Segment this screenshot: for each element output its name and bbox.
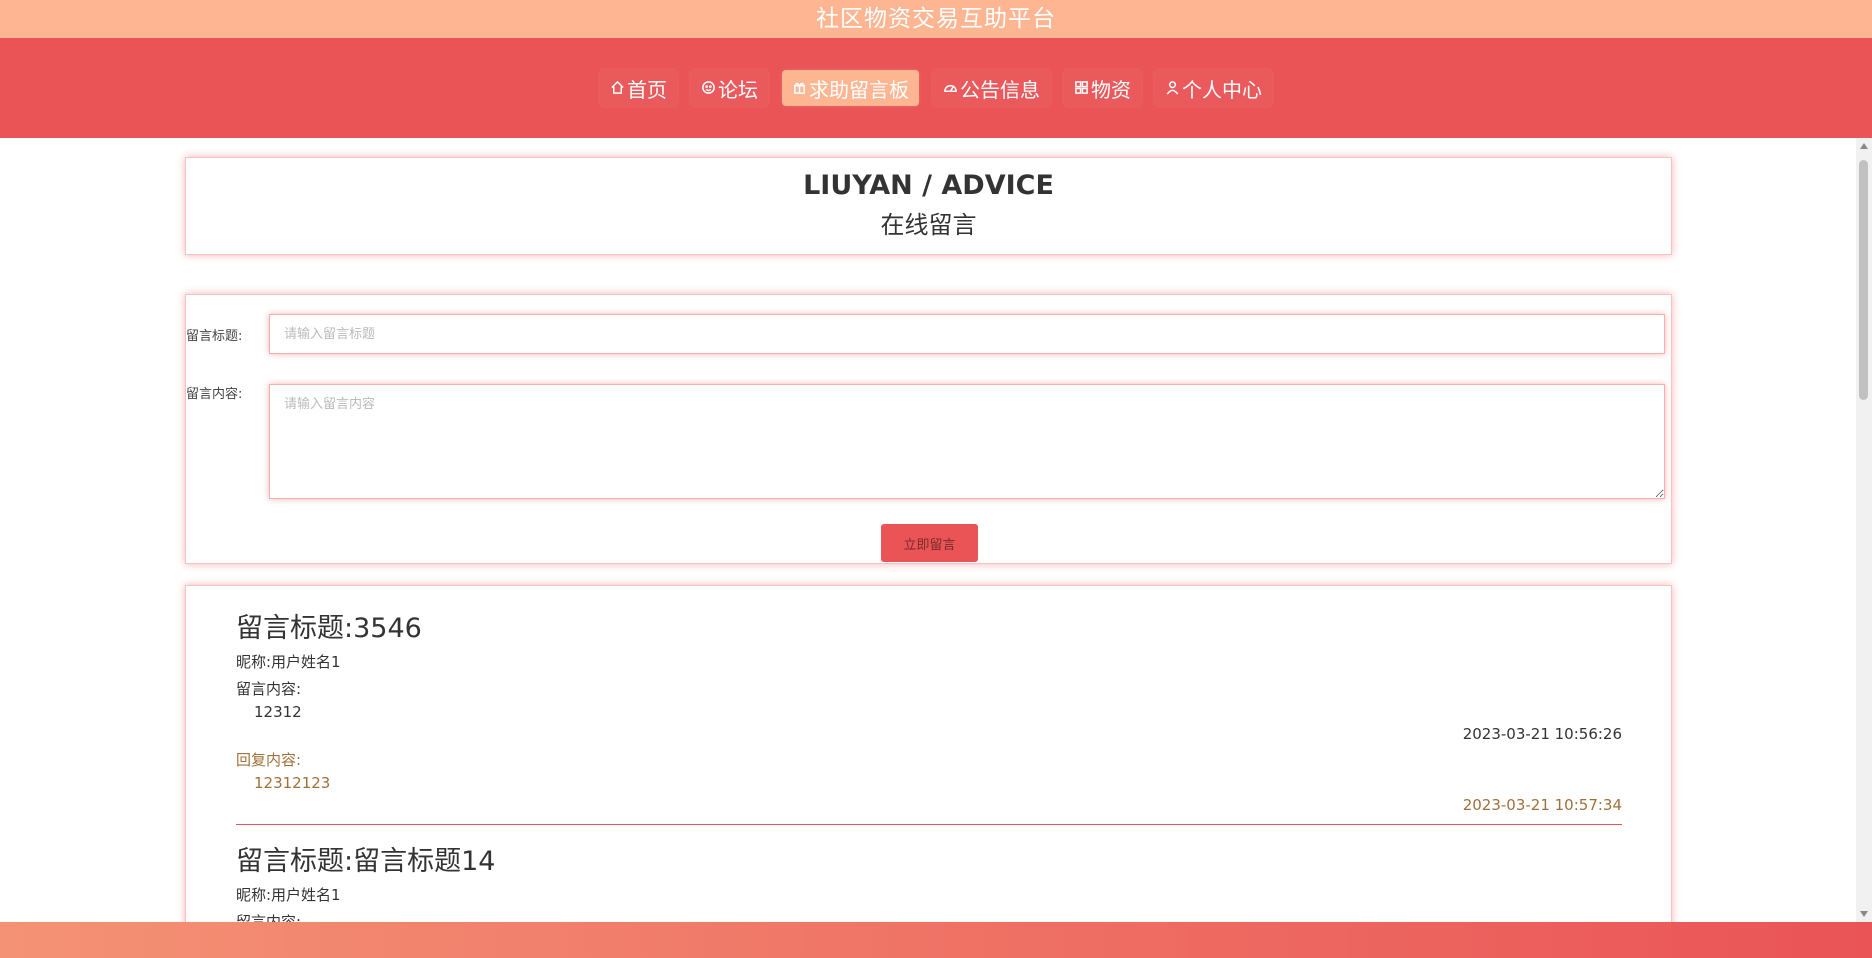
title-label: 留言标题: [186,329,243,344]
gift-icon [792,76,809,100]
grid-icon [1074,76,1091,100]
message-time: 2023-03-21 10:56:26 [1462,725,1622,743]
message-content-label: 留言内容: [236,680,302,698]
message-nickname: 昵称:用户姓名1 [236,653,341,671]
reply-time: 2023-03-21 10:57:34 [1462,796,1622,814]
footer-bar [0,922,1872,958]
user-icon [1165,76,1182,100]
nav-item-home[interactable]: 首页 [600,70,677,106]
title-input[interactable] [269,314,1665,354]
reply-label: 回复内容: [236,751,302,769]
nav-item-label: 首页 [627,77,667,102]
submit-button[interactable]: 立即留言 [881,524,978,562]
scroll-up-arrow-icon[interactable] [1860,143,1868,149]
message-title: 留言标题:3546 [236,613,422,644]
page-header: LIUYAN / ADVICE 在线留言 [185,157,1672,255]
message-list: 留言标题:3546 昵称:用户姓名1 留言内容: 12312 2023-03-2… [185,585,1672,922]
message-content: 12312 [254,703,302,721]
nav-item-label: 个人中心 [1182,77,1262,102]
nav-item-forum[interactable]: 论坛 [691,70,768,106]
nav-item-supplies[interactable]: 物资 [1064,70,1141,106]
site-title: 社区物资交易互助平台 [816,6,1056,32]
page-title-en: LIUYAN / ADVICE [803,170,1054,201]
nav-item-announcements[interactable]: 公告信息 [933,70,1050,106]
message-item: 留言标题:留言标题14 昵称:用户姓名1 留言内容: [236,839,1622,922]
smile-icon [701,76,718,100]
nav-item-label: 论坛 [718,77,758,102]
main-content: LIUYAN / ADVICE 在线留言 留言标题: 留言内容: 立即留言 留言… [0,138,1856,922]
content-label: 留言内容: [186,387,243,402]
message-divider [236,824,1622,825]
home-icon [610,76,627,100]
main-nav: 首页 论坛 求助留言板 公告信息 物资 个人中心 [0,38,1872,138]
page-scrollbar[interactable] [1856,138,1872,922]
top-title-bar: 社区物资交易互助平台 [0,0,1872,38]
nav-item-label: 物资 [1091,77,1131,102]
message-title: 留言标题:留言标题14 [236,846,496,877]
scroll-down-arrow-icon[interactable] [1860,911,1868,917]
nav-item-message-board[interactable]: 求助留言板 [782,70,919,106]
scrollbar-thumb[interactable] [1859,160,1868,400]
message-content-label: 留言内容: [236,913,302,922]
nav-item-label: 求助留言板 [809,77,909,102]
message-form: 留言标题: 留言内容: 立即留言 [185,294,1672,564]
message-nickname: 昵称:用户姓名1 [236,886,341,904]
nav-item-personal-center[interactable]: 个人中心 [1155,70,1272,106]
nav-item-label: 公告信息 [960,77,1040,102]
message-item: 留言标题:3546 昵称:用户姓名1 留言内容: 12312 2023-03-2… [236,606,1622,814]
page-title-cn: 在线留言 [880,211,977,239]
dashboard-icon [943,76,960,100]
content-textarea[interactable] [269,384,1665,499]
reply-content: 12312123 [254,774,331,792]
